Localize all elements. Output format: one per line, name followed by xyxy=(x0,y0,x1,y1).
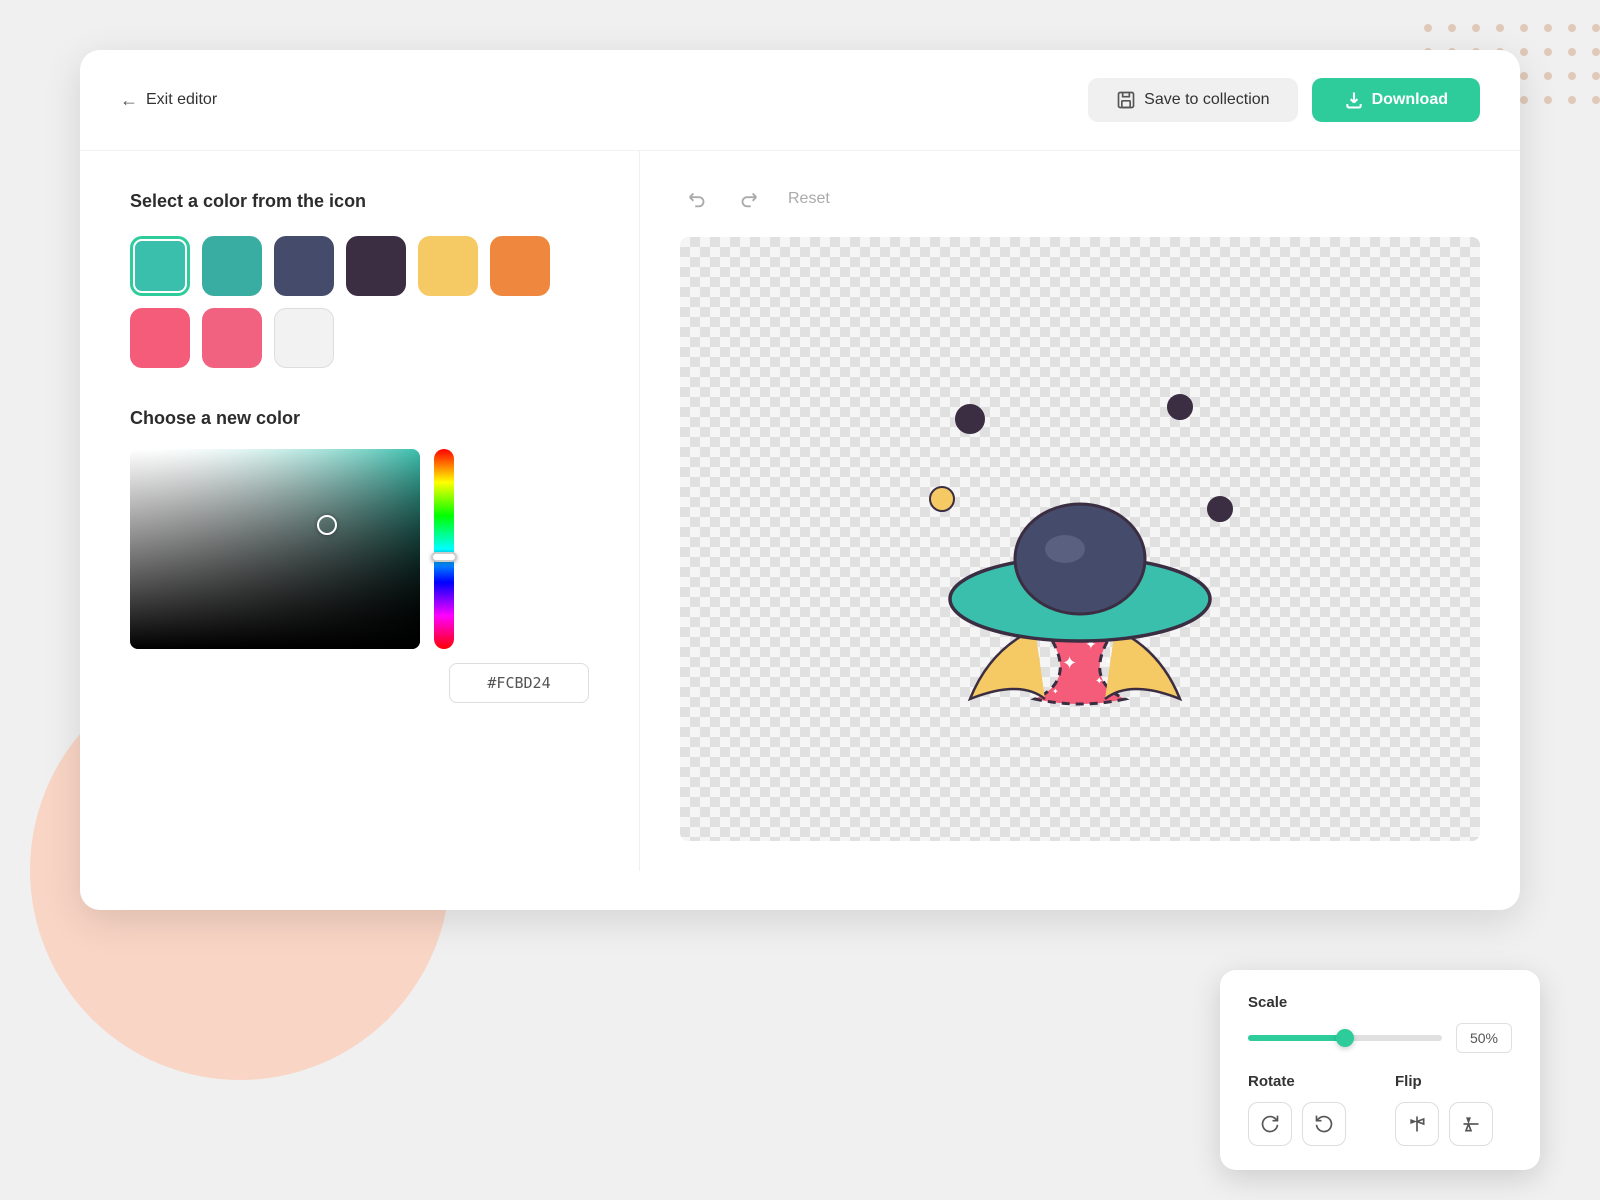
flip-buttons xyxy=(1395,1102,1512,1146)
download-label: Download xyxy=(1372,91,1448,109)
gradient-dark-overlay xyxy=(130,449,420,649)
save-to-collection-button[interactable]: Save to collection xyxy=(1088,78,1297,122)
scale-value: 50% xyxy=(1456,1023,1512,1053)
hex-color-input[interactable] xyxy=(449,663,589,703)
planet-4 xyxy=(1208,497,1232,521)
download-button[interactable]: Download xyxy=(1312,78,1480,122)
ufo-svg: ✦ ✦ ✦ ✦ ✦ xyxy=(890,359,1270,719)
save-label: Save to collection xyxy=(1144,91,1269,109)
main-editor-card: ← Exit editor Save to collection Downloa… xyxy=(80,50,1520,910)
color-swatch-7[interactable] xyxy=(202,308,262,368)
save-icon xyxy=(1116,90,1136,110)
reset-button[interactable]: Reset xyxy=(780,186,838,212)
editor-canvas: ✦ ✦ ✦ ✦ ✦ xyxy=(680,237,1480,841)
ufo-dome xyxy=(1015,504,1145,614)
dome-highlight xyxy=(1045,535,1085,563)
planet-3 xyxy=(930,487,954,511)
planet-2 xyxy=(1168,395,1192,419)
flip-label: Flip xyxy=(1395,1073,1512,1090)
planet-1 xyxy=(956,405,984,433)
header-actions: Save to collection Download xyxy=(1088,78,1480,122)
flip-horizontal-button[interactable] xyxy=(1395,1102,1439,1146)
color-swatch-5[interactable] xyxy=(490,236,550,296)
redo-button[interactable] xyxy=(730,181,766,217)
redo-icon xyxy=(737,188,759,210)
undo-button[interactable] xyxy=(680,181,716,217)
download-icon xyxy=(1344,90,1364,110)
sparkle-1: ✦ xyxy=(1062,653,1077,673)
rotate-cw-button[interactable] xyxy=(1248,1102,1292,1146)
rotate-section: Rotate xyxy=(1248,1073,1365,1146)
flip-h-icon xyxy=(1407,1114,1427,1134)
flip-v-icon xyxy=(1461,1114,1481,1134)
color-swatch-4[interactable] xyxy=(418,236,478,296)
rotate-buttons xyxy=(1248,1102,1365,1146)
color-picker-cursor[interactable] xyxy=(317,515,337,535)
color-picker-area xyxy=(130,449,589,649)
editor-header: ← Exit editor Save to collection Downloa… xyxy=(80,50,1520,151)
color-section-title: Select a color from the icon xyxy=(130,191,589,212)
right-panel: Reset ✦ ✦ ✦ xyxy=(640,151,1520,871)
hue-slider[interactable] xyxy=(434,449,454,649)
controls-card: Scale 50% Rotate xyxy=(1220,970,1540,1170)
color-swatch-8[interactable] xyxy=(274,308,334,368)
color-swatch-0[interactable] xyxy=(130,236,190,296)
sparkle-3: ✦ xyxy=(1095,676,1103,687)
scale-slider-thumb[interactable] xyxy=(1336,1029,1354,1047)
ufo-illustration: ✦ ✦ ✦ ✦ ✦ xyxy=(890,359,1270,719)
color-swatch-6[interactable] xyxy=(130,308,190,368)
color-swatch-1[interactable] xyxy=(202,236,262,296)
sparkle-4: ✦ xyxy=(1052,687,1059,696)
left-panel: Select a color from the icon Choose a ne… xyxy=(80,151,640,871)
hue-slider-thumb[interactable] xyxy=(431,552,457,562)
color-gradient-canvas[interactable] xyxy=(130,449,420,649)
flip-vertical-button[interactable] xyxy=(1449,1102,1493,1146)
new-color-title: Choose a new color xyxy=(130,408,589,429)
scale-slider-track[interactable] xyxy=(1248,1035,1442,1041)
color-swatches-container xyxy=(130,236,589,368)
rotate-flip-row: Rotate Flip xyxy=(1248,1073,1512,1146)
scale-label: Scale xyxy=(1248,994,1512,1011)
exit-label: Exit editor xyxy=(146,91,217,109)
rotate-ccw-icon xyxy=(1314,1114,1334,1134)
rotate-ccw-button[interactable] xyxy=(1302,1102,1346,1146)
editor-content: Select a color from the icon Choose a ne… xyxy=(80,151,1520,871)
rotate-cw-icon xyxy=(1260,1114,1280,1134)
undo-icon xyxy=(687,188,709,210)
color-swatch-2[interactable] xyxy=(274,236,334,296)
scale-row: 50% xyxy=(1248,1023,1512,1053)
back-arrow-icon: ← xyxy=(120,90,138,111)
flip-section: Flip xyxy=(1395,1073,1512,1146)
color-swatch-3[interactable] xyxy=(346,236,406,296)
exit-editor-button[interactable]: ← Exit editor xyxy=(120,90,217,111)
hex-input-container xyxy=(130,663,589,703)
rotate-label: Rotate xyxy=(1248,1073,1365,1090)
scale-slider-fill xyxy=(1248,1035,1345,1041)
canvas-toolbar: Reset xyxy=(680,181,1480,217)
